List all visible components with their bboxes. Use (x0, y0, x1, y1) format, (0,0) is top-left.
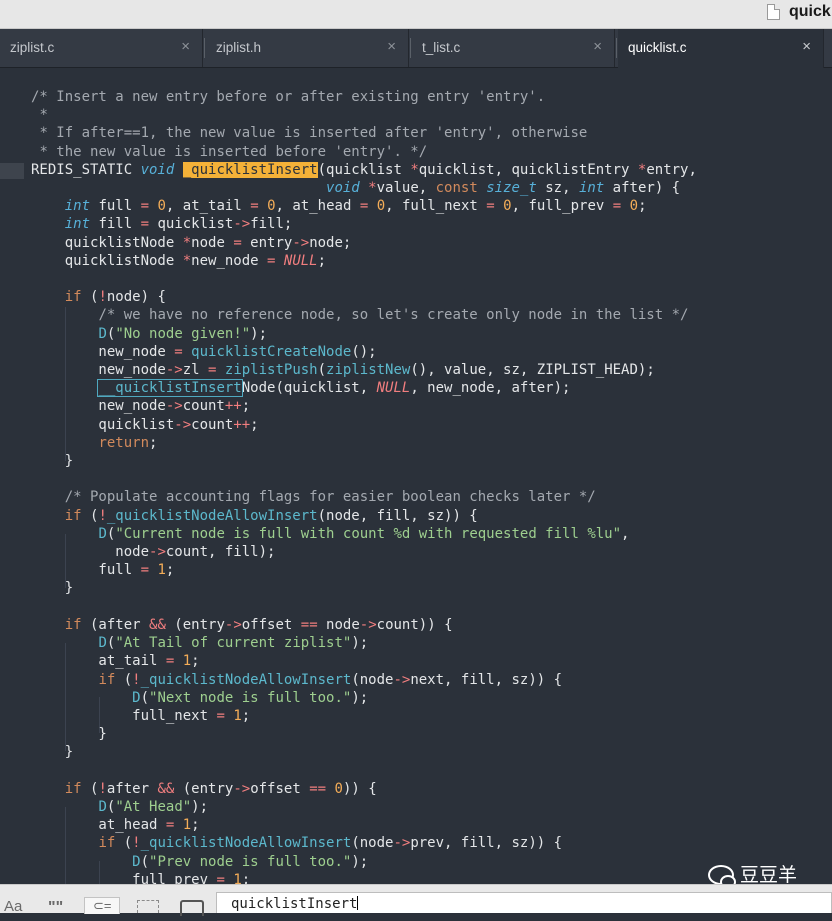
search-input[interactable]: quicklistInsert (216, 892, 832, 913)
tab-divider (410, 38, 411, 58)
in-selection-icon[interactable] (137, 900, 159, 913)
source-code[interactable]: /* Insert a new entry before or after ex… (31, 88, 697, 884)
document-icon (767, 4, 780, 20)
close-icon[interactable]: × (181, 38, 190, 55)
title-bar: quick (0, 0, 832, 29)
regex-toggle[interactable]: ⊂= (84, 897, 120, 914)
wechat-icon (708, 865, 736, 889)
highlight-matches-icon[interactable] (180, 900, 204, 916)
tab-label: quicklist.c (628, 40, 687, 55)
watermark-text: 豆豆羊 (740, 865, 798, 886)
tab-label: ziplist.h (216, 40, 262, 55)
code-editor[interactable]: /* Insert a new entry before or after ex… (0, 68, 832, 884)
tab-quicklist-c[interactable]: quicklist.c × (618, 29, 824, 68)
close-icon[interactable]: × (802, 38, 811, 55)
text-caret (357, 896, 359, 910)
tab-label: ziplist.c (10, 40, 55, 55)
tab-ziplist-c[interactable]: ziplist.c × (0, 29, 203, 67)
tab-divider (204, 38, 205, 58)
search-query: quicklistInsert (231, 896, 358, 912)
window-title: quick (789, 3, 831, 20)
tab-bar: ziplist.c × ziplist.h × t_list.c × quick… (0, 29, 832, 68)
whole-word-toggle[interactable]: "" (48, 899, 63, 921)
tab-ziplist-h[interactable]: ziplist.h × (206, 29, 409, 67)
find-bar: Aa "" ⊂= quicklistInsert (0, 884, 832, 916)
close-icon[interactable]: × (387, 38, 396, 55)
case-sensitive-toggle[interactable]: Aa (4, 898, 22, 920)
tab-divider (616, 38, 617, 58)
close-icon[interactable]: × (593, 38, 602, 55)
gutter-current-line-marker (0, 163, 24, 179)
tab-label: t_list.c (422, 40, 461, 55)
tab-t-list-c[interactable]: t_list.c × (412, 29, 615, 67)
